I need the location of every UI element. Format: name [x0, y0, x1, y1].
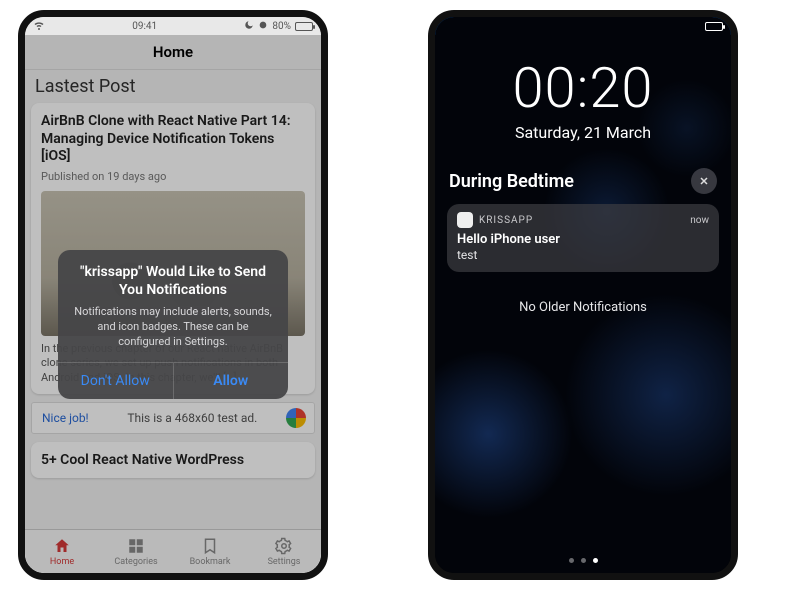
tab-bar: Home Categories Bookmark Settings: [25, 529, 321, 573]
page-dot: [569, 558, 574, 563]
ad-banner[interactable]: Nice job! This is a 468x60 test ad.: [31, 402, 315, 434]
notification-card[interactable]: KRISSAPP now Hello iPhone user test: [447, 204, 719, 272]
status-time: 09:41: [132, 21, 157, 32]
bedtime-label: During Bedtime: [449, 171, 574, 192]
close-icon: [698, 175, 710, 187]
lock-date: Saturday, 21 March: [435, 123, 731, 142]
app-icon: [457, 212, 473, 228]
notification-title: Hello iPhone user: [457, 232, 709, 247]
tab-home-label: Home: [50, 557, 74, 567]
no-older-label: No Older Notifications: [435, 300, 731, 315]
post-title: AirBnB Clone with React Native Part 14: …: [41, 113, 305, 166]
tab-bookmark[interactable]: Bookmark: [173, 530, 247, 573]
ad-logo-icon: [286, 408, 306, 428]
post2-title: 5+ Cool React Native WordPress: [41, 452, 305, 470]
bookmark-icon: [201, 537, 219, 555]
alarm-icon: [258, 20, 268, 33]
post-published: Published on 19 days ago: [41, 170, 305, 183]
notification-body: test: [457, 248, 709, 262]
home-icon: [53, 537, 71, 555]
battery-icon: [295, 22, 313, 31]
ad-message: This is a 468x60 test ad.: [99, 411, 286, 425]
page-dots[interactable]: [435, 558, 731, 563]
page-title: Home: [25, 35, 321, 70]
tab-home[interactable]: Home: [25, 530, 99, 573]
gear-icon: [275, 537, 293, 555]
alert-message: Notifications may include alerts, sounds…: [72, 305, 274, 350]
status-bar: 09:41 80%: [25, 17, 321, 35]
lock-time: 00:20: [435, 55, 731, 121]
post-card-2[interactable]: 5+ Cool React Native WordPress: [31, 442, 315, 478]
phone-right: 80% 00:20 Saturday, 21 March During Bedt…: [428, 10, 738, 580]
ad-headline: Nice job!: [32, 411, 99, 425]
page-dot: [581, 558, 586, 563]
section-title: Lastest Post: [31, 70, 315, 103]
dismiss-bedtime-button[interactable]: [691, 168, 717, 194]
battery-pct: 80%: [272, 21, 291, 32]
wifi-icon: [33, 19, 45, 34]
permission-alert: "krissapp" Would Like to Send You Notifi…: [58, 250, 288, 399]
phone-left: 09:41 80% Home Lastest Post AirBnB Clone…: [18, 10, 328, 580]
allow-button[interactable]: Allow: [173, 363, 289, 399]
screen: Home Lastest Post AirBnB Clone with Reac…: [25, 35, 321, 573]
tab-categories[interactable]: Categories: [99, 530, 173, 573]
notification-app-name: KRISSAPP: [479, 215, 684, 226]
tab-categories-label: Categories: [114, 557, 157, 567]
tab-bookmark-label: Bookmark: [190, 557, 231, 567]
grid-icon: [127, 537, 145, 555]
tab-settings[interactable]: Settings: [247, 530, 321, 573]
dont-allow-button[interactable]: Don't Allow: [58, 363, 173, 399]
notification-time: now: [690, 215, 709, 226]
tab-settings-label: Settings: [268, 557, 301, 567]
moon-icon: [244, 20, 254, 33]
lock-screen[interactable]: 00:20 Saturday, 21 March During Bedtime …: [435, 17, 731, 573]
alert-title: "krissapp" Would Like to Send You Notifi…: [72, 264, 274, 299]
page-dot-active: [593, 558, 598, 563]
